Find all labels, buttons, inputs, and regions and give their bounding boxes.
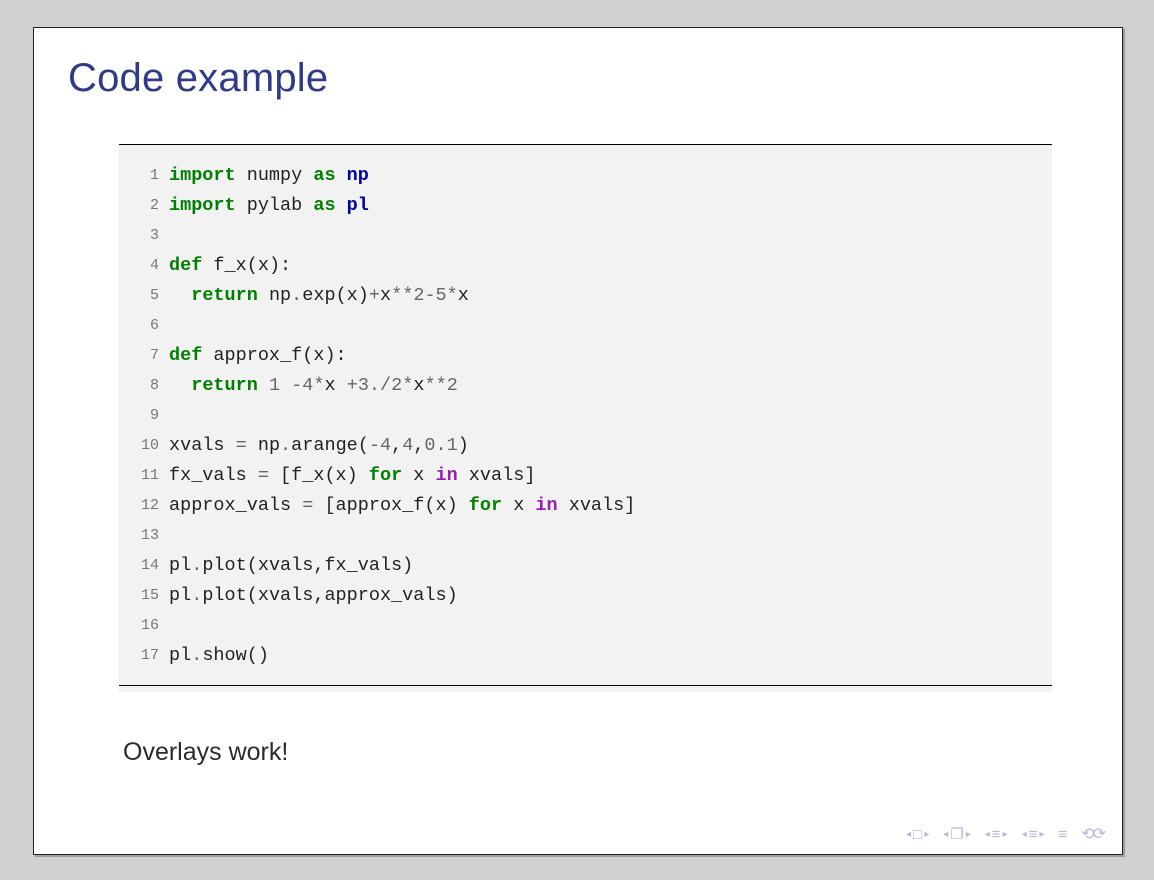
nav-prev-slide[interactable]: ◂❐▸ [943, 825, 971, 843]
line-number: 9 [119, 401, 169, 431]
nav-prev-frame[interactable]: ◂□▸ [906, 826, 929, 843]
slide: Code example 1import numpy as np 2import… [33, 27, 1123, 855]
line-number: 16 [119, 611, 169, 641]
code-line: 5 return np.exp(x)+x**2-5*x [119, 281, 1052, 311]
nav-prev-section[interactable]: ◂≡▸ [985, 826, 1008, 843]
line-number: 6 [119, 311, 169, 341]
line-number: 1 [119, 161, 169, 191]
code-line: 10xvals = np.arange(-4,4,0.1) [119, 431, 1052, 461]
code-lines: 1import numpy as np 2import pylab as pl … [119, 161, 1052, 671]
line-number: 2 [119, 191, 169, 221]
line-number: 5 [119, 281, 169, 311]
code-block: 1import numpy as np 2import pylab as pl … [119, 144, 1052, 692]
code-line: 4def f_x(x): [119, 251, 1052, 281]
line-number: 14 [119, 551, 169, 581]
line-number: 17 [119, 641, 169, 671]
code-line: 3 [119, 221, 1052, 251]
line-number: 8 [119, 371, 169, 401]
code-line: 2import pylab as pl [119, 191, 1052, 221]
code-line: 6 [119, 311, 1052, 341]
code-line: 15pl.plot(xvals,approx_vals) [119, 581, 1052, 611]
code-line: 7def approx_f(x): [119, 341, 1052, 371]
line-number: 7 [119, 341, 169, 371]
line-number: 11 [119, 461, 169, 491]
line-number: 13 [119, 521, 169, 551]
code-line: 16 [119, 611, 1052, 641]
caption: Overlays work! [123, 738, 288, 767]
line-number: 4 [119, 251, 169, 281]
line-number: 10 [119, 431, 169, 461]
nav-prev-subsection[interactable]: ◂≡▸ [1022, 826, 1045, 843]
nav-refresh-icon[interactable]: ⟲⟳ [1081, 824, 1104, 844]
code-line: 12approx_vals = [approx_f(x) for x in xv… [119, 491, 1052, 521]
line-number: 15 [119, 581, 169, 611]
beamer-nav-bar: ◂□▸ ◂❐▸ ◂≡▸ ◂≡▸ ≡ ⟲⟳ [906, 824, 1104, 844]
code-line: 8 return 1 -4*x +3./2*x**2 [119, 371, 1052, 401]
code-line: 13 [119, 521, 1052, 551]
code-line: 11fx_vals = [f_x(x) for x in xvals] [119, 461, 1052, 491]
line-number: 3 [119, 221, 169, 251]
slide-title: Code example [68, 56, 328, 101]
code-line: 17pl.show() [119, 641, 1052, 671]
nav-goto-icon[interactable]: ≡ [1058, 826, 1067, 843]
code-line: 9 [119, 401, 1052, 431]
code-line: 14pl.plot(xvals,fx_vals) [119, 551, 1052, 581]
code-line: 1import numpy as np [119, 161, 1052, 191]
line-number: 12 [119, 491, 169, 521]
